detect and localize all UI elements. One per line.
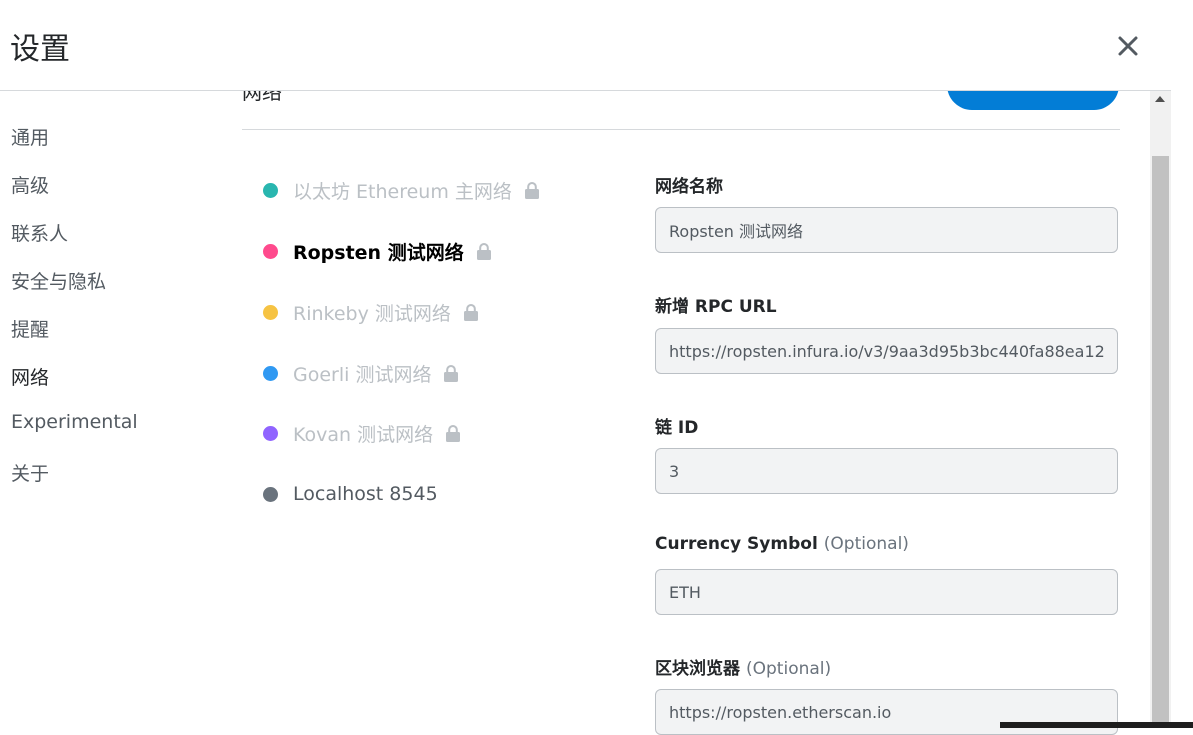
currency-symbol-label: Currency Symbol (Optional) xyxy=(655,534,909,554)
network-color-dot xyxy=(263,425,278,441)
close-button[interactable] xyxy=(1112,30,1144,62)
chain-id-label-text: 链 ID xyxy=(655,418,699,438)
network-name: Rinkeby 测试网络 xyxy=(293,302,451,325)
network-name-label-text: 网络名称 xyxy=(655,177,723,197)
sidebar-item-security[interactable]: 安全与隐私 xyxy=(11,267,106,294)
sidebar-item-experimental[interactable]: Experimental xyxy=(11,411,138,433)
scroll-up-arrow-icon[interactable] xyxy=(1155,96,1165,102)
network-name: Ropsten 测试网络 xyxy=(293,241,464,264)
network-item-kovan[interactable]: Kovan 测试网络 xyxy=(263,418,461,448)
settings-header: 设置 xyxy=(0,0,1171,91)
network-item-ropsten[interactable]: Ropsten 测试网络 xyxy=(263,236,491,266)
network-item-rinkeby[interactable]: Rinkeby 测试网络 xyxy=(263,297,478,327)
network-item-mainnet[interactable]: 以太坊 Ethereum 主网络 xyxy=(263,175,539,205)
page-title: 设置 xyxy=(10,32,70,67)
network-name: Kovan 测试网络 xyxy=(293,423,434,446)
chain-id-label: 链 ID xyxy=(655,413,698,438)
network-color-dot xyxy=(263,486,278,502)
lock-icon xyxy=(524,181,539,199)
network-color-dot xyxy=(263,243,278,259)
lock-icon xyxy=(446,424,461,442)
lock-icon xyxy=(444,364,459,382)
close-icon xyxy=(1118,36,1138,56)
optional-tag: (Optional) xyxy=(746,659,832,679)
optional-tag: (Optional) xyxy=(823,534,909,554)
taskbar-edge xyxy=(1000,722,1193,728)
network-color-dot xyxy=(263,304,278,320)
rpc-url-label: 新增 RPC URL xyxy=(655,292,777,317)
currency-symbol-label-text: Currency Symbol xyxy=(655,534,818,554)
sidebar-item-networks[interactable]: 网络 xyxy=(11,363,49,390)
lock-icon xyxy=(476,242,491,260)
network-name: Localhost 8545 xyxy=(293,483,438,505)
sidebar-item-about[interactable]: 关于 xyxy=(11,459,49,486)
currency-symbol-input[interactable] xyxy=(655,569,1118,615)
network-item-goerli[interactable]: Goerli 测试网络 xyxy=(263,358,459,388)
rpc-url-input[interactable] xyxy=(655,328,1118,374)
network-name-label: 网络名称 xyxy=(655,172,723,197)
network-name-input[interactable] xyxy=(655,207,1118,253)
network-item-localhost[interactable]: Localhost 8545 xyxy=(263,479,438,509)
block-explorer-input[interactable] xyxy=(655,689,1118,735)
network-color-dot xyxy=(263,182,278,198)
chain-id-input[interactable] xyxy=(655,448,1118,494)
network-name: Goerli 测试网络 xyxy=(293,363,432,386)
rpc-url-label-text: 新增 RPC URL xyxy=(655,297,777,317)
sidebar-item-advanced[interactable]: 高级 xyxy=(11,171,49,198)
sidebar-item-contacts[interactable]: 联系人 xyxy=(11,219,68,246)
sidebar-item-alerts[interactable]: 提醒 xyxy=(11,315,49,342)
network-color-dot xyxy=(263,365,278,381)
network-name: 以太坊 Ethereum 主网络 xyxy=(293,180,512,203)
divider xyxy=(242,129,1120,130)
lock-icon xyxy=(463,303,478,321)
block-explorer-label: 区块浏览器 (Optional) xyxy=(655,654,831,679)
sidebar-item-general[interactable]: 通用 xyxy=(11,123,49,150)
scrollbar-thumb[interactable] xyxy=(1152,156,1169,728)
block-explorer-label-text: 区块浏览器 xyxy=(655,659,740,679)
